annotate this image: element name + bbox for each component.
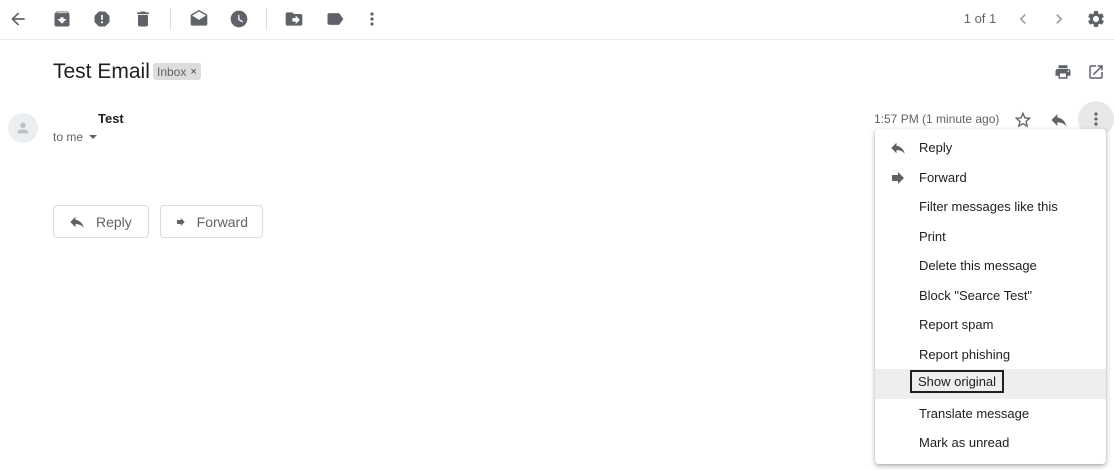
recipient-text: to me bbox=[53, 130, 84, 144]
menu-item-label: Print bbox=[919, 228, 946, 244]
menu-item-report-phishing[interactable]: Report phishing bbox=[875, 340, 1106, 370]
caret-down-icon bbox=[89, 135, 98, 139]
toolbar-divider bbox=[170, 8, 171, 30]
delete-icon[interactable] bbox=[130, 6, 156, 32]
reply-icon bbox=[889, 139, 907, 157]
reply-button-label: Reply bbox=[96, 213, 132, 230]
menu-item-forward[interactable]: Forward bbox=[875, 163, 1106, 193]
menu-item-label: Filter messages like this bbox=[919, 199, 1058, 214]
pager-count: 1 of 1 bbox=[963, 11, 997, 26]
inbox-label-chip[interactable]: Inbox × bbox=[153, 63, 201, 80]
menu-item-label: Report phishing bbox=[919, 346, 1011, 362]
menu-item-label: Delete this message bbox=[919, 258, 1037, 273]
menu-item-label: Block "Searce Test" bbox=[919, 287, 1033, 303]
menu-item-filter[interactable]: Filter messages like this bbox=[875, 192, 1106, 222]
menu-item-block[interactable]: Block "Searce Test" bbox=[875, 281, 1106, 311]
forward-icon bbox=[889, 169, 907, 187]
archive-icon[interactable] bbox=[49, 6, 75, 32]
menu-item-label: Forward bbox=[919, 169, 967, 185]
report-spam-icon[interactable] bbox=[89, 6, 115, 32]
email-subject: Test Email bbox=[53, 60, 150, 83]
menu-item-mark-unread[interactable]: Mark as unread bbox=[875, 428, 1106, 458]
mark-unread-icon[interactable] bbox=[186, 6, 212, 32]
menu-item-show-original[interactable]: Show original bbox=[875, 369, 1106, 399]
toolbar: 1 of 1 bbox=[0, 0, 1114, 40]
menu-item-delete[interactable]: Delete this message bbox=[875, 251, 1106, 281]
move-to-icon[interactable] bbox=[281, 6, 307, 32]
person-icon bbox=[17, 122, 29, 134]
message-time: 1:57 PM (1 minute ago) bbox=[874, 112, 1000, 126]
reply-icon bbox=[70, 216, 84, 228]
open-in-new-window-icon[interactable] bbox=[1085, 61, 1107, 83]
reply-button[interactable]: Reply bbox=[53, 205, 149, 238]
forward-button[interactable]: Forward bbox=[160, 205, 263, 238]
back-arrow-icon[interactable] bbox=[5, 6, 31, 32]
label-icon[interactable] bbox=[322, 6, 348, 32]
menu-item-label: Reply bbox=[919, 140, 953, 155]
sender-name[interactable]: Test bbox=[98, 111, 124, 126]
forward-icon bbox=[176, 217, 185, 226]
forward-button-label: Forward bbox=[196, 213, 248, 230]
menu-item-label: Translate message bbox=[919, 405, 1030, 421]
settings-gear-icon[interactable] bbox=[1083, 6, 1109, 32]
menu-item-reply[interactable]: Reply bbox=[875, 133, 1106, 163]
toolbar-divider bbox=[266, 8, 267, 30]
message-options-menu: Reply Forward Filter messages like this … bbox=[875, 129, 1106, 464]
menu-item-print[interactable]: Print bbox=[875, 222, 1106, 252]
remove-label-icon[interactable]: × bbox=[190, 66, 196, 78]
menu-item-label: Mark as unread bbox=[919, 435, 1010, 450]
menu-item-label: Show original bbox=[909, 370, 1005, 393]
newer-chevron-icon[interactable] bbox=[1010, 6, 1036, 32]
menu-item-translate[interactable]: Translate message bbox=[875, 399, 1106, 429]
recipient-details-toggle[interactable]: to me bbox=[53, 130, 98, 144]
more-vert-icon[interactable] bbox=[359, 6, 385, 32]
menu-item-label: Report spam bbox=[919, 317, 994, 332]
print-icon[interactable] bbox=[1052, 61, 1074, 83]
menu-item-report-spam[interactable]: Report spam bbox=[875, 310, 1106, 340]
sender-avatar[interactable] bbox=[8, 113, 38, 143]
label-chip-text: Inbox bbox=[157, 64, 187, 79]
older-chevron-icon[interactable] bbox=[1046, 6, 1072, 32]
snooze-icon[interactable] bbox=[226, 6, 252, 32]
